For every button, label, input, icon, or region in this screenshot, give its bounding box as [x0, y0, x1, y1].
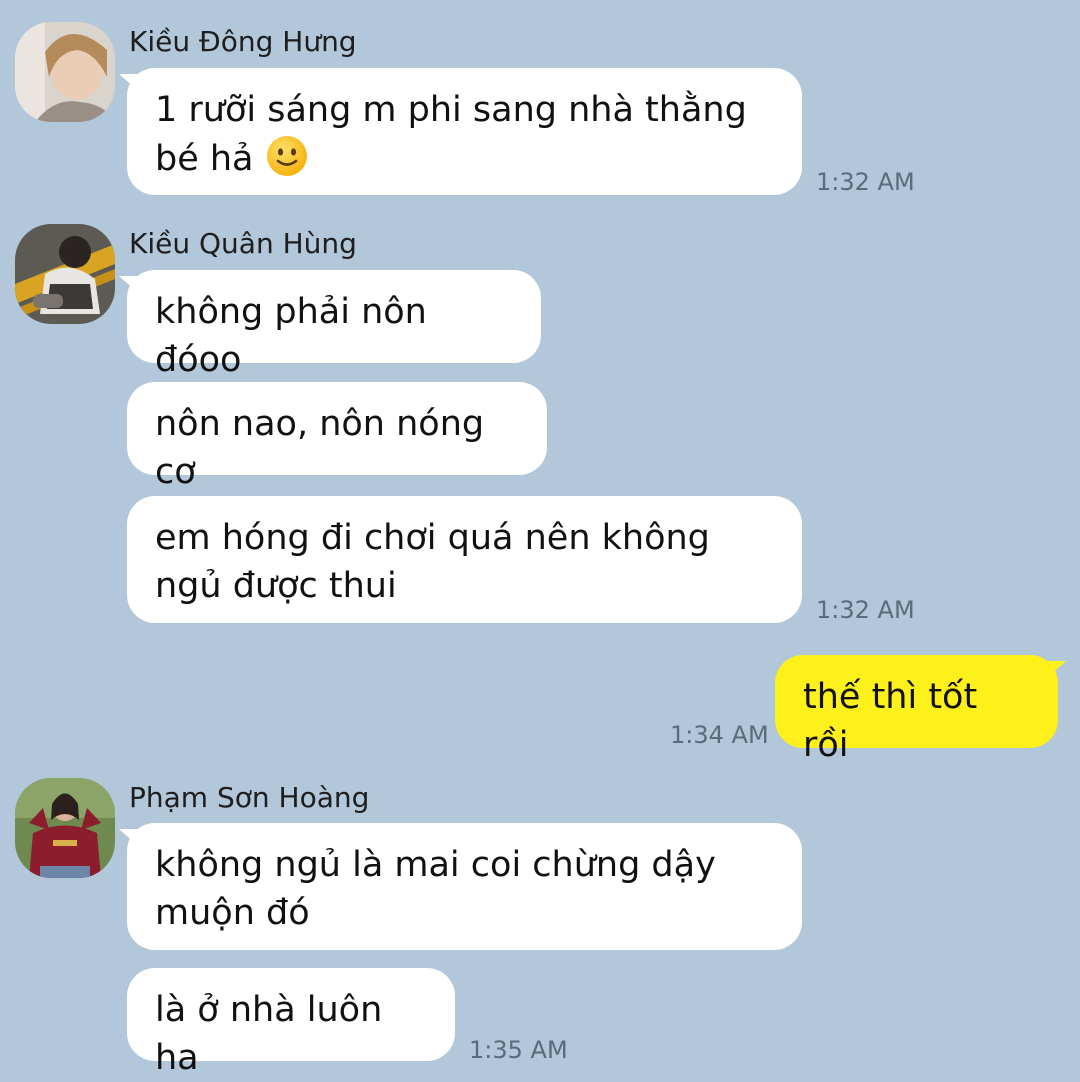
message-bubble[interactable]: nôn nao, nôn nóng cơ — [127, 382, 547, 492]
message-bubble[interactable]: 1 rưỡi sáng m phi sang nhà thằng bé hả — [119, 68, 802, 195]
avatar-pham-son-hoang[interactable] — [15, 778, 115, 878]
avatar-photo — [15, 22, 115, 122]
avatar-kieu-dong-hung[interactable] — [15, 22, 115, 122]
message-bubble[interactable]: em hóng đi chơi quá nên không ngủ được t… — [127, 496, 802, 623]
message-text: không phải nôn đóoo — [155, 292, 427, 380]
message-text: không ngủ là mai coi chừng dậy muộn đó — [155, 845, 716, 933]
sender-name: Kiều Quân Hùng — [129, 227, 357, 260]
slightly-smiling-face-icon — [265, 134, 309, 178]
outgoing-message-bubble[interactable]: thế thì tốt rồi — [775, 655, 1066, 765]
message-text: em hóng đi chơi quá nên không ngủ được t… — [155, 518, 710, 606]
message-text-line: 1 rưỡi sáng m phi sang nhà thằng — [155, 90, 747, 130]
message-timestamp: 1:32 AM — [816, 596, 915, 624]
message-timestamp: 1:34 AM — [670, 721, 769, 749]
message-text: nôn nao, nôn nóng cơ — [155, 404, 485, 492]
message-text: là ở nhà luôn ha — [155, 990, 383, 1078]
message-text-line: bé hả — [155, 139, 254, 179]
message-bubble[interactable]: không phải nôn đóoo — [119, 270, 541, 380]
sender-name: Phạm Sơn Hoàng — [129, 781, 370, 814]
message-text: thế thì tốt rồi — [803, 677, 978, 765]
avatar-photo — [15, 778, 115, 878]
message-timestamp: 1:35 AM — [469, 1036, 568, 1064]
sender-name: Kiều Đông Hưng — [129, 25, 357, 58]
avatar-photo — [15, 224, 115, 324]
message-timestamp: 1:32 AM — [816, 168, 915, 196]
avatar-kieu-quan-hung[interactable] — [15, 224, 115, 324]
message-bubble[interactable]: là ở nhà luôn ha — [127, 968, 455, 1078]
message-bubble[interactable]: không ngủ là mai coi chừng dậy muộn đó — [119, 823, 802, 950]
